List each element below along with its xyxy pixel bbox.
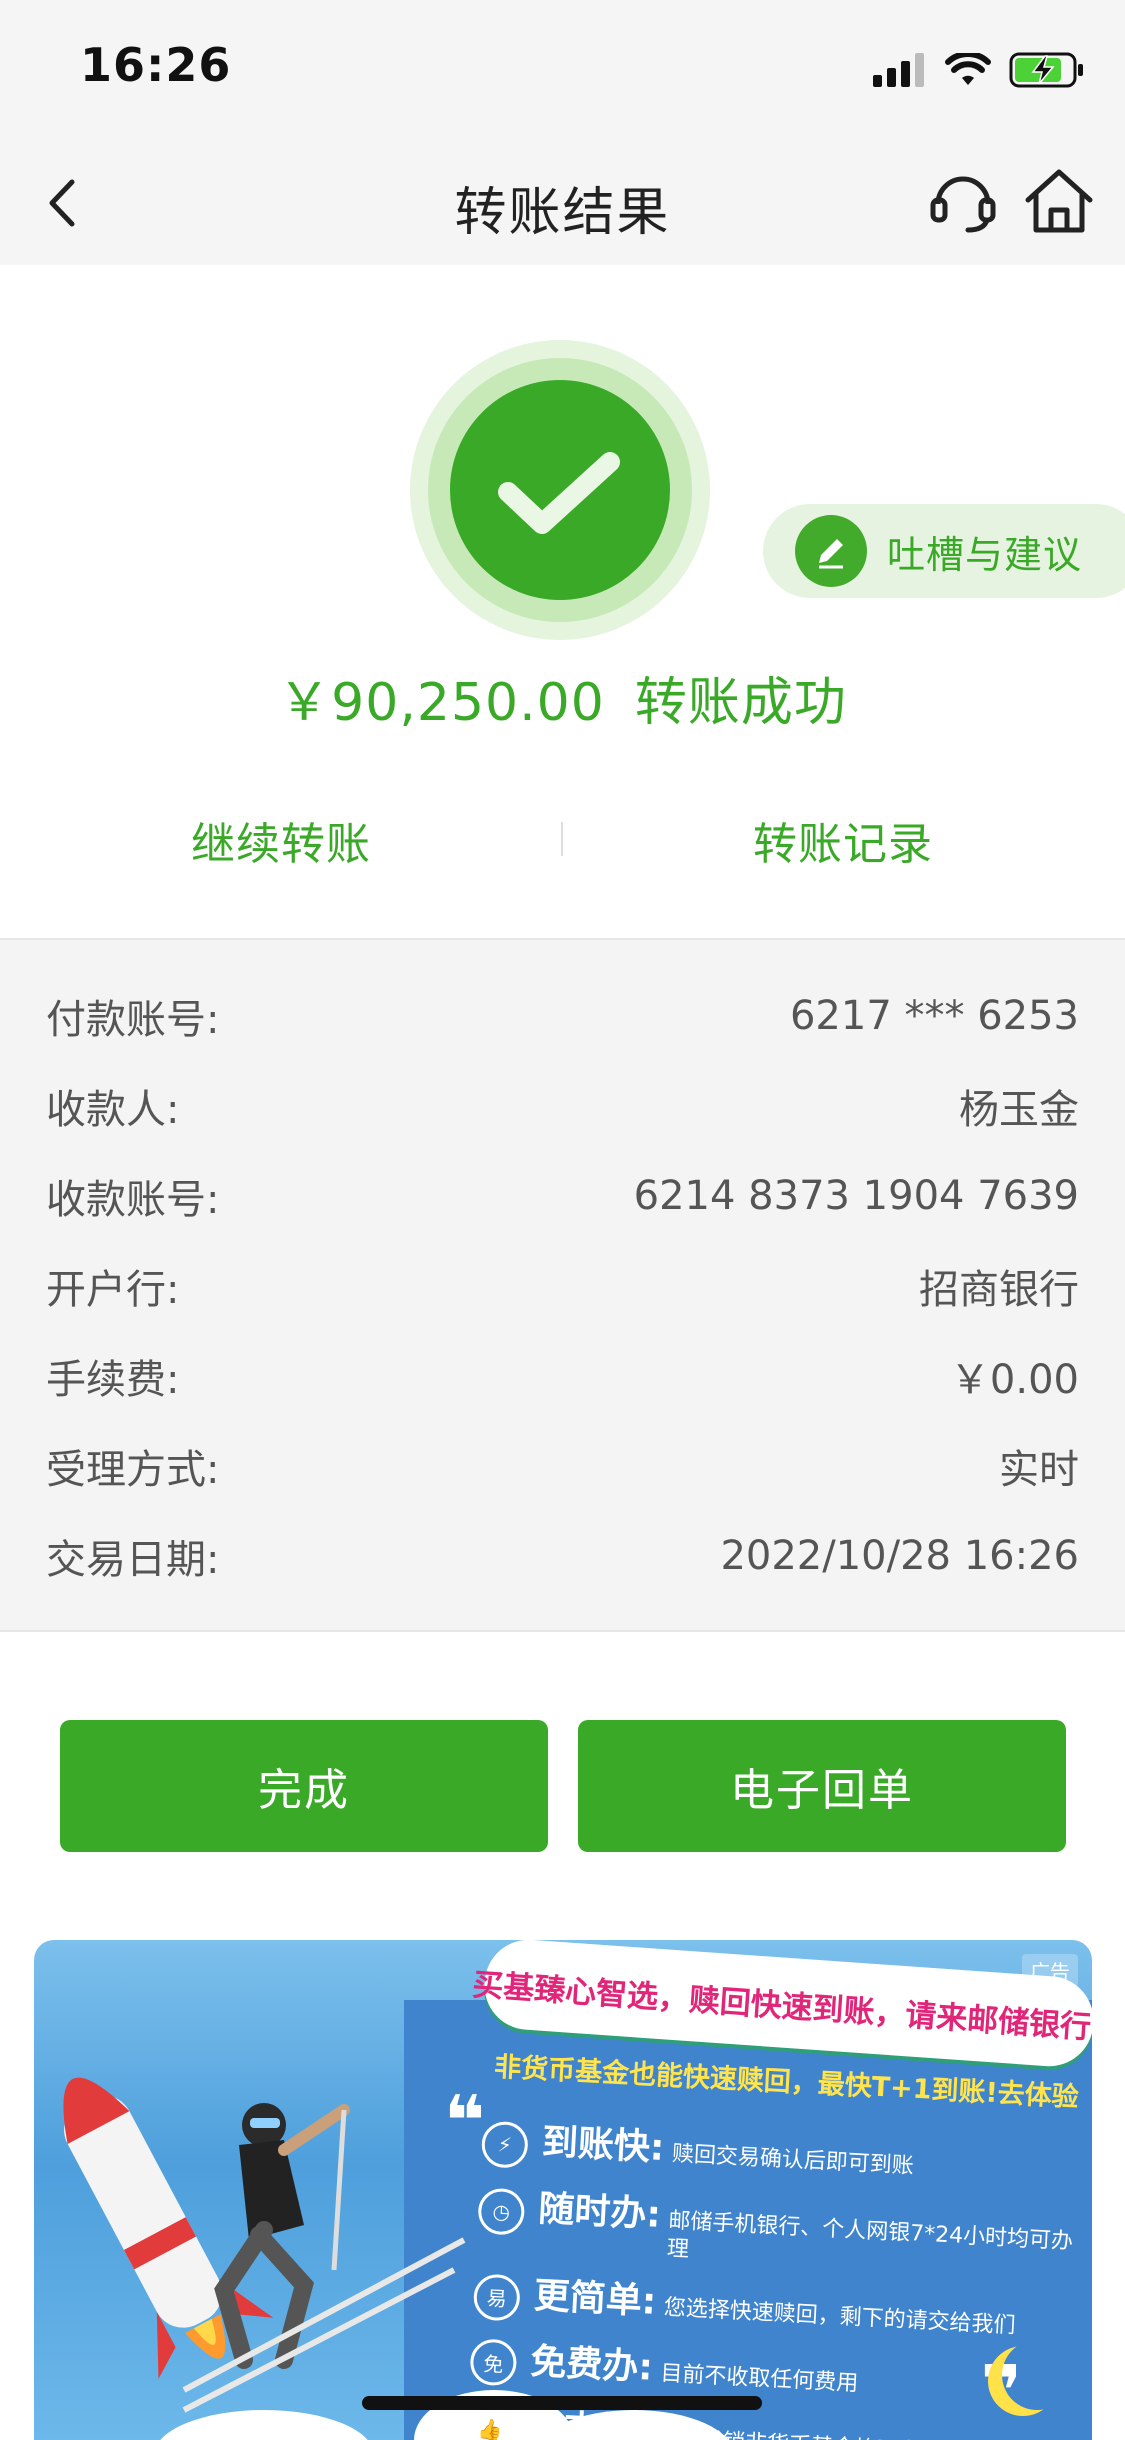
feedback-label: 吐槽与建议 bbox=[887, 532, 1083, 577]
wifi-icon bbox=[945, 53, 991, 85]
ad-feature-head: 到账快: bbox=[540, 2121, 666, 2170]
detail-value: ￥0.00 bbox=[949, 1357, 1079, 1403]
headset-icon bbox=[930, 176, 996, 233]
rocket-rider-illustration bbox=[63, 2077, 466, 2413]
detail-row-payer-account: 付款账号: 6217 *** 6253 bbox=[46, 986, 1079, 1046]
ad-feature-desc: 赎回交易确认后即可到账 bbox=[671, 2141, 915, 2180]
detail-value: 6217 *** 6253 bbox=[789, 993, 1079, 1039]
detail-key: 开户行: bbox=[46, 1267, 180, 1313]
detail-row-date: 交易日期: 2022/10/28 16:26 bbox=[46, 1526, 1079, 1586]
status-bar: 16:26 bbox=[0, 0, 1125, 140]
detail-value: 2022/10/28 16:26 bbox=[720, 1533, 1079, 1579]
signal-icon bbox=[873, 53, 924, 87]
continue-transfer-link[interactable]: 继续转账 bbox=[0, 808, 562, 872]
detail-row-payee-account: 收款账号: 6214 8373 1904 7639 bbox=[46, 1166, 1079, 1226]
home-icon bbox=[1025, 169, 1093, 233]
feedback-button[interactable]: 吐槽与建议 bbox=[763, 504, 1125, 598]
ad-banner[interactable]: 广告 买基臻心智选，赎回快速到账，请来邮储银行! 非货币基金也能快速赎回，最快T… bbox=[34, 1940, 1092, 2440]
detail-row-payee: 收款人: 杨玉金 bbox=[46, 1076, 1079, 1136]
ad-feature-desc: 邮储手机银行、个人网银7*24小时均可办理 bbox=[666, 2208, 1074, 2263]
transfer-records-link[interactable]: 转账记录 bbox=[562, 808, 1124, 872]
pencil-icon bbox=[795, 515, 867, 587]
detail-key: 交易日期: bbox=[46, 1537, 220, 1583]
ad-feature-head: 随时办: bbox=[537, 2188, 662, 2236]
ad-feature-head: 更简单: bbox=[532, 2275, 658, 2323]
transfer-status: 转账成功 bbox=[634, 673, 847, 733]
done-button[interactable]: 完成 bbox=[60, 1720, 548, 1852]
ad-feature-head: 免费办: bbox=[529, 2340, 654, 2389]
detail-value: 6214 8373 1904 7639 bbox=[633, 1173, 1079, 1219]
nav-bar: 转账结果 bbox=[0, 140, 1125, 265]
success-indicator bbox=[410, 340, 710, 640]
home-indicator bbox=[362, 2396, 762, 2410]
check-icon bbox=[498, 452, 620, 534]
home-button[interactable] bbox=[1022, 164, 1096, 238]
transfer-result: ￥90,250.00 转账成功 bbox=[0, 660, 1125, 735]
detail-key: 收款账号: bbox=[46, 1177, 220, 1223]
ad-feature-desc: 您选择快速赎回，剩下的请交给我们 bbox=[663, 2295, 1017, 2339]
transfer-details: 付款账号: 6217 *** 6253 收款人: 杨玉金 收款账号: 6214 … bbox=[0, 938, 1125, 1632]
status-icons bbox=[873, 48, 1085, 92]
detail-key: 收款人: bbox=[46, 1087, 180, 1133]
lightning-icon: ⚡ bbox=[480, 2120, 529, 2169]
easy-icon: 易 bbox=[472, 2272, 522, 2322]
detail-key: 受理方式: bbox=[46, 1447, 220, 1493]
detail-key: 付款账号: bbox=[46, 997, 220, 1043]
detail-row-method: 受理方式: 实时 bbox=[46, 1436, 1079, 1496]
e-receipt-button[interactable]: 电子回单 bbox=[578, 1720, 1066, 1852]
detail-row-fee: 手续费: ￥0.00 bbox=[46, 1346, 1079, 1406]
detail-row-bank: 开户行: 招商银行 bbox=[46, 1256, 1079, 1316]
detail-value: 实时 bbox=[999, 1447, 1079, 1493]
detail-key: 手续费: bbox=[46, 1357, 180, 1403]
result-actions: 继续转账 转账记录 bbox=[0, 780, 1125, 890]
customer-service-button[interactable] bbox=[928, 166, 998, 236]
success-circle bbox=[450, 380, 670, 600]
detail-value: 杨玉金 bbox=[959, 1087, 1079, 1133]
status-time: 16:26 bbox=[80, 38, 232, 92]
battery-charging-icon bbox=[1009, 52, 1083, 88]
detail-value: 招商银行 bbox=[919, 1267, 1079, 1313]
ad-feature-desc: 目前不收取任何费用 bbox=[659, 2360, 859, 2397]
moon-icon bbox=[1002, 2340, 1072, 2410]
free-icon: 免 bbox=[469, 2338, 518, 2387]
ad-feature-desc: 所有代销非货币基金均可办理 bbox=[656, 2425, 943, 2440]
transfer-amount: ￥90,250.00 bbox=[278, 673, 605, 733]
clock-icon: ◷ bbox=[477, 2187, 526, 2236]
